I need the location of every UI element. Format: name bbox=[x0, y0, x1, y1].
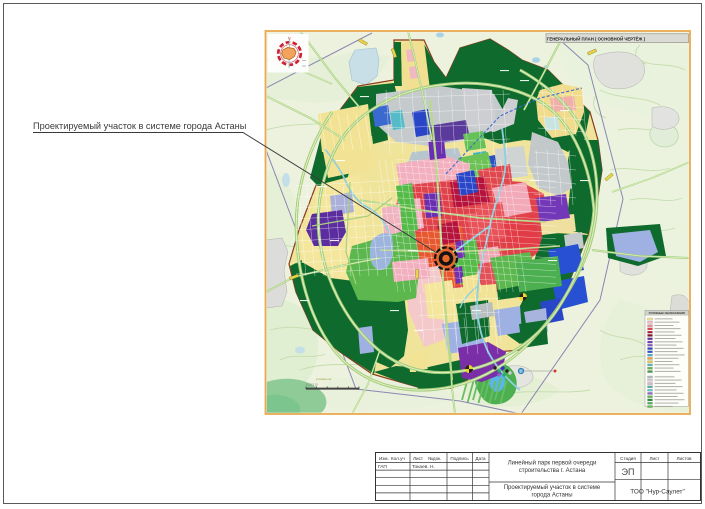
svg-text:Дата: Дата bbox=[475, 456, 486, 461]
svg-text:Лист: Лист bbox=[650, 456, 661, 461]
svg-text:ГАП: ГАП bbox=[378, 464, 387, 470]
svg-text:Лист: Лист bbox=[413, 456, 424, 461]
svg-text:0 2,5 5 10: 0 2,5 5 10 bbox=[306, 383, 318, 387]
svg-text:условные км: условные км bbox=[316, 378, 332, 381]
svg-text:Стадия: Стадия bbox=[620, 456, 636, 461]
svg-text:Изм.: Изм. bbox=[379, 456, 389, 461]
svg-text:Проектируемый участок в систем: Проектируемый участок в системе bbox=[504, 484, 601, 491]
svg-text:ЭП: ЭП bbox=[622, 467, 635, 477]
svg-text:строительства г. Астана: строительства г. Астана bbox=[519, 468, 586, 474]
svg-text:УСЛОВНЫЕ ОБОЗНАЧЕНИЯ: УСЛОВНЫЕ ОБОЗНАЧЕНИЯ bbox=[649, 311, 685, 315]
svg-text:Листов: Листов bbox=[677, 456, 692, 461]
svg-text:ТОО "Нур-Саулет": ТОО "Нур-Саулет" bbox=[630, 489, 685, 496]
svg-text:Линейный парк первой очереди: Линейный парк первой очереди bbox=[508, 460, 597, 467]
svg-text:№док.: №док. bbox=[428, 456, 441, 461]
svg-text:города Астаны: города Астаны bbox=[531, 493, 572, 499]
svg-text:Кол.уч: Кол.уч bbox=[391, 456, 405, 461]
svg-text:Проектируемый участок в систем: Проектируемый участок в системе города А… bbox=[33, 121, 246, 131]
svg-text:Токаев. Н.: Токаев. Н. bbox=[412, 464, 435, 470]
svg-text:ГЕНЕРАЛЬНЫЙ ПЛАН ( ОСНОВНОЙ ЧЕ: ГЕНЕРАЛЬНЫЙ ПЛАН ( ОСНОВНОЙ ЧЕРТЁЖ ) bbox=[547, 36, 646, 41]
svg-text:Подпись: Подпись bbox=[450, 456, 469, 461]
